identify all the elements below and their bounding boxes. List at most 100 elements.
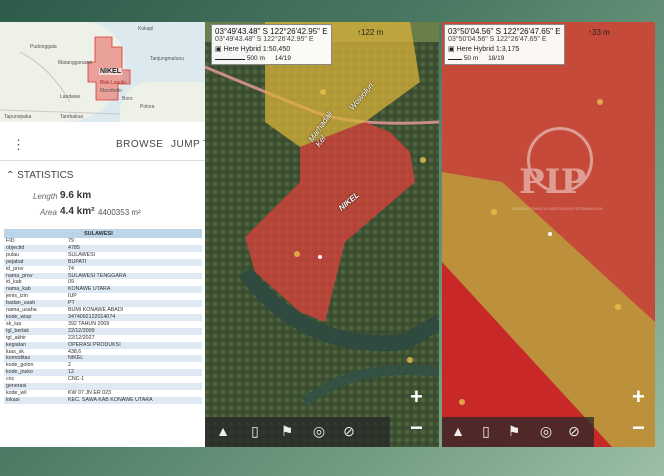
- minimap-label: Matanggonawe: [58, 60, 93, 66]
- table-row: badan_usah PT: [4, 300, 202, 308]
- compass-lock-icon[interactable]: ⊘: [339, 421, 359, 441]
- layer-label: Here Hybrid 1:50,450: [223, 46, 291, 53]
- length-label: Length: [33, 192, 58, 201]
- mountain-icon[interactable]: ▲: [213, 421, 233, 441]
- map-toolbar: ▲ ▯ ⚑ ◎ ⊘: [442, 417, 594, 447]
- table-row: pulau SULAWESI: [4, 252, 202, 259]
- flag-icon[interactable]: ⚑: [504, 421, 524, 441]
- attribute-value: OPERASI PRODUKSI: [66, 341, 202, 349]
- attribute-key: cnc: [6, 376, 15, 383]
- chevron-up-icon: ⌃: [6, 170, 15, 181]
- attribute-table: SULAWESI FID 79 objectid 4785 pulau SULAWESI p…: [4, 229, 202, 404]
- pip-watermark: PIP LEMBAGA PEMANTAU INDEPENDEN PERTAMBA…: [497, 127, 617, 237]
- table-row: kegiatan OPERASI PRODUKSI: [4, 341, 202, 349]
- coordinate-box: 03°50'04.56" S 122°26'47.65" E 03°50'04.…: [444, 24, 565, 65]
- minimap-highlight-label: NIKEL: [99, 68, 122, 75]
- target-icon[interactable]: ◎: [309, 421, 329, 441]
- attribute-key: pejabat: [4, 258, 66, 266]
- table-header: SULAWESI: [4, 229, 202, 238]
- altitude-readout: ↑122 m: [357, 28, 384, 37]
- minimap-label: Kokapi: [138, 26, 154, 32]
- attribute-key: id_prov: [6, 265, 24, 272]
- attribute-key: kegiatan: [4, 341, 66, 349]
- attribute-key: nama_kab: [4, 286, 66, 294]
- area-value: 4.4 km²: [60, 206, 95, 217]
- attribute-key: objectid: [4, 244, 66, 252]
- attribute-value: CNC-1: [68, 376, 85, 383]
- table-row: jenis_izin IUP: [4, 293, 202, 300]
- attribute-value: 2: [68, 362, 71, 369]
- mountain-icon[interactable]: ▲: [448, 421, 468, 441]
- table-row: id_kab 09: [4, 279, 202, 286]
- scale-bar: [215, 59, 245, 60]
- minimap-label: Mandiodo: [100, 88, 122, 94]
- panel-menubar: ⋮ BROWSE JUMP T: [0, 130, 205, 161]
- coordinate-main: 03°49'43.48" S 122°26'42.95" E: [215, 27, 328, 36]
- map-toolbar: ▲ ▯ ⚑ ◎ ⊘: [205, 417, 390, 447]
- map-icon[interactable]: ▯: [245, 421, 265, 441]
- coordinate-box: 03°49'43.48" S 122°26'42.95" E 03°49'43.…: [211, 24, 332, 65]
- attribute-value: KONAWE UTARA: [66, 286, 202, 294]
- scale-bar: [448, 59, 462, 60]
- jump-button[interactable]: JUMP T: [171, 139, 205, 150]
- statistics-header[interactable]: ⌃ STATISTICS: [6, 170, 73, 181]
- altitude-readout: ↑33 m: [588, 28, 610, 37]
- table-row: generasi: [4, 383, 202, 390]
- statistics-title: STATISTICS: [17, 170, 74, 181]
- minimap-label: Tanjungmalunu: [150, 56, 184, 62]
- target-icon[interactable]: ◎: [536, 421, 556, 441]
- attribute-key: jenis_izin: [6, 293, 28, 300]
- minimap-label: Tambakua: [60, 114, 84, 120]
- attribute-value: 22/12/2027: [68, 334, 95, 341]
- attribute-key: lokasi: [4, 396, 66, 404]
- attribute-key: kode_wiup: [4, 313, 66, 321]
- table-row: kode_wil KW 07 JN ER 023: [4, 390, 202, 397]
- layer-row: ▣ Here Hybrid 1:3,175: [448, 45, 561, 53]
- scale-label: 50 m: [463, 55, 479, 62]
- attribute-value: SULAWESI: [68, 251, 96, 258]
- map-layer-icon: ▣: [215, 46, 224, 53]
- attribute-value: 79: [68, 238, 74, 244]
- attribute-key: tgl_berlak: [4, 327, 66, 335]
- browse-button[interactable]: BROWSE: [116, 139, 163, 150]
- table-row: kode_wiup 3474092122014074: [4, 313, 202, 321]
- attribute-key: generasi: [4, 383, 66, 390]
- table-row: luas_sk 438,6: [4, 349, 202, 356]
- map-view-overview[interactable]: Wowoluri Marhadali Kel NIKEL 03°49'43.48…: [205, 22, 439, 447]
- satellite-imagery: [205, 22, 439, 447]
- attribute-value: 3474092122014074: [66, 313, 202, 321]
- attribute-key: nama_usaha: [6, 307, 37, 314]
- attribute-value: BUMI KONAWE ABADI: [68, 307, 124, 314]
- attribute-key: kode_golon: [6, 362, 34, 369]
- attribute-key: pulau: [6, 251, 19, 258]
- attribute-value: BUPATI: [66, 258, 202, 266]
- attribute-value: 392 TAHUN 2009: [68, 320, 110, 327]
- length-value: 9.6 km: [60, 190, 92, 201]
- compass-lock-icon[interactable]: ⊘: [564, 421, 584, 441]
- zoom-out-button[interactable]: −: [632, 415, 645, 441]
- map-icon[interactable]: ▯: [476, 421, 496, 441]
- map-view-detail[interactable]: PIP LEMBAGA PEMANTAU INDEPENDEN PERTAMBA…: [442, 22, 655, 447]
- table-row: lokasi KEC. SAWA KAB KONAWE UTARA: [4, 396, 202, 404]
- more-options-icon[interactable]: ⋮: [12, 137, 25, 153]
- table-row: sk_iup 392 TAHUN 2009: [4, 321, 202, 328]
- overview-minimap[interactable]: Pudonggala Matanggonawe Kokapi Tanjungma…: [0, 22, 205, 122]
- flag-icon[interactable]: ⚑: [277, 421, 297, 441]
- scale-row: 50 m 18/19: [448, 55, 561, 62]
- attribute-value: 22/12/2009: [66, 327, 202, 335]
- attribute-value: 438,6: [68, 348, 82, 355]
- watermark-subtext: LEMBAGA PEMANTAU INDEPENDEN PERTAMBANGAN: [511, 207, 603, 211]
- coordinate-small: 03°50'04.56" S 122°26'47.65" E: [448, 36, 547, 43]
- attribute-key: FID: [6, 238, 15, 244]
- coordinate-main: 03°50'04.56" S 122°26'47.65" E: [448, 27, 561, 36]
- attribute-value: 12: [66, 369, 202, 377]
- attribute-key: kode_wil: [6, 389, 27, 396]
- table-row: komoditas NIKEL: [4, 355, 202, 363]
- minimap-region-label: Blok Lasolo: [100, 80, 126, 86]
- zoom-in-button[interactable]: +: [632, 384, 645, 410]
- attribute-key: komoditas: [4, 355, 66, 363]
- zoom-out-button[interactable]: −: [410, 415, 423, 441]
- table-row: tgl_berlak 22/12/2009: [4, 327, 202, 335]
- table-row: nama_prov SULAWESI TENGGARA: [4, 272, 202, 280]
- zoom-in-button[interactable]: +: [410, 384, 423, 410]
